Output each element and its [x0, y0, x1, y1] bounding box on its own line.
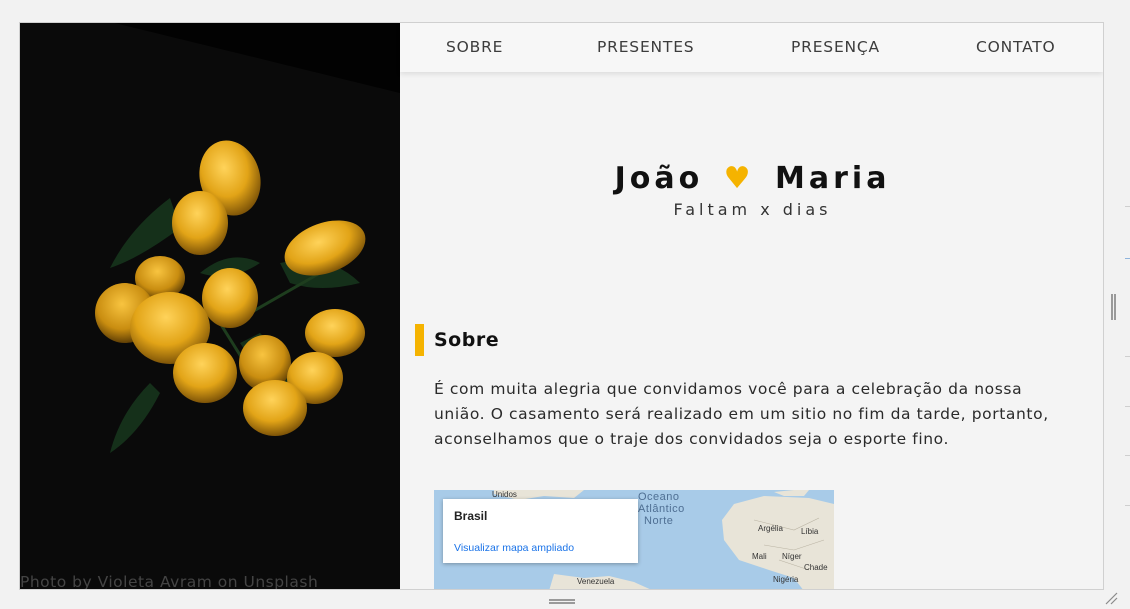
map-place-name: Brasil	[454, 509, 488, 523]
map-label-chade: Chade	[804, 563, 828, 572]
map-ocean-line-3: Norte	[644, 515, 674, 527]
nav-link-sobre[interactable]: SOBRE	[446, 38, 503, 56]
name-left: João	[614, 161, 704, 196]
map-info-card: Brasil Visualizar mapa ampliado	[443, 499, 638, 563]
couple-names: João ♥ Maria	[400, 161, 1103, 196]
section-body-sobre: É com muita alegria que convidamos você …	[434, 380, 1049, 448]
nav-link-presenca[interactable]: PRESENÇA	[791, 38, 880, 56]
map-label-mali: Mali	[752, 552, 767, 561]
resize-handle-icon[interactable]	[549, 599, 575, 604]
embedded-map[interactable]: Unidos Oceano Atlântico Norte Argélia Lí…	[434, 490, 834, 589]
section-title-sobre: Sobre	[434, 329, 500, 351]
edge-marker	[1125, 356, 1130, 357]
view-larger-map-link[interactable]: Visualizar mapa ampliado	[454, 542, 574, 554]
nav-link-presentes[interactable]: PRESENTES	[597, 38, 694, 56]
heart-icon: ♥	[723, 161, 755, 196]
page-viewport: Photo by Violeta Avram on Unsplash SOBRE…	[19, 22, 1104, 590]
hero-photo: Photo by Violeta Avram on Unsplash	[20, 23, 400, 590]
edge-marker	[1125, 406, 1130, 407]
map-ocean-line-1: Oceano	[638, 491, 680, 503]
top-navigation: SOBRE PRESENTES PRESENÇA CONTATO	[400, 23, 1103, 72]
edge-marker	[1125, 455, 1130, 456]
map-ocean-line-2: Atlântico	[638, 503, 685, 515]
map-label-ocean: Oceano Atlântico Norte	[638, 491, 685, 527]
map-label-niger: Níger	[782, 552, 802, 561]
corner-resize-icon[interactable]	[1104, 591, 1118, 605]
tulips-photo-image	[20, 23, 400, 589]
edge-marker	[1125, 206, 1130, 207]
countdown-text: Faltam x dias	[673, 200, 832, 219]
map-label-argelia: Argélia	[758, 524, 783, 533]
edge-marker	[1125, 505, 1130, 506]
map-label-libia: Líbia	[801, 527, 819, 536]
map-label-venezuela: Venezuela	[577, 577, 615, 586]
map-label-nigeria: Nigéria	[773, 575, 799, 584]
side-resize-handle-icon[interactable]	[1111, 294, 1116, 320]
nav-link-contato[interactable]: CONTATO	[976, 38, 1056, 56]
map-label-unidos: Unidos	[492, 490, 517, 499]
section-accent-bar	[415, 324, 424, 356]
edge-marker	[1125, 258, 1130, 259]
photo-credit: Photo by Violeta Avram on Unsplash	[20, 573, 319, 590]
name-right: Maria	[775, 161, 891, 196]
